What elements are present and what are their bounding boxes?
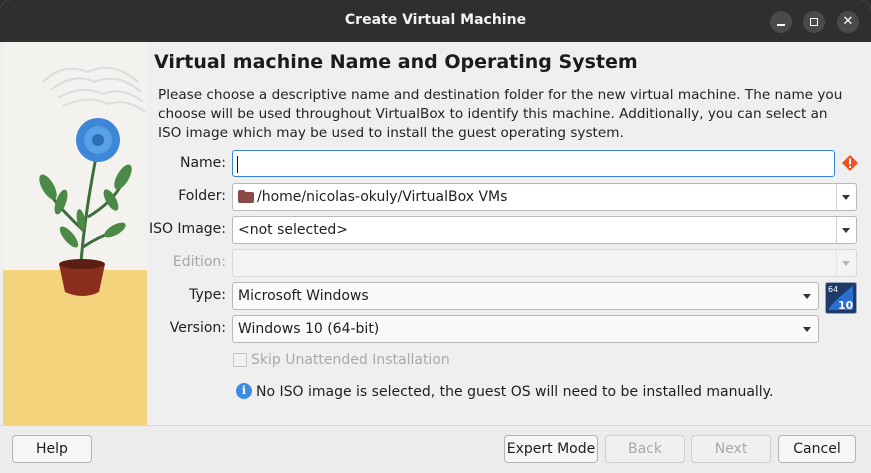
create-vm-dialog: Create Virtual Machine ✕ Virtual machine… <box>0 0 871 473</box>
os-badge-version: 10 <box>838 299 854 312</box>
iso-image-combobox[interactable]: <not selected> <box>232 216 857 244</box>
version-label: Version: <box>169 320 226 336</box>
folder-label: Folder: <box>178 188 226 204</box>
name-label: Name: <box>179 155 226 171</box>
chevron-down-icon[interactable] <box>842 228 850 233</box>
os-badge-bits: 64 <box>828 285 838 294</box>
edition-label: Edition: <box>172 254 226 270</box>
warning-icon <box>842 155 858 171</box>
maximize-button[interactable] <box>803 11 825 33</box>
type-select[interactable]: Microsoft Windows <box>232 282 819 310</box>
page-title: Virtual machine Name and Operating Syste… <box>154 51 638 73</box>
info-message: No ISO image is selected, the guest OS w… <box>256 384 774 400</box>
type-label: Type: <box>189 287 226 303</box>
cancel-button[interactable]: Cancel <box>778 435 856 463</box>
type-value: Microsoft Windows <box>238 288 369 304</box>
window-title: Create Virtual Machine <box>344 12 527 28</box>
titlebar: Create Virtual Machine ✕ <box>0 0 871 42</box>
close-button[interactable]: ✕ <box>837 11 859 33</box>
minimize-button[interactable] <box>770 11 792 33</box>
windows-10-os-icon: 64 10 <box>825 282 857 314</box>
folder-value: /home/nicolas-okuly/VirtualBox VMs <box>257 189 508 205</box>
edition-combobox[interactable] <box>232 249 857 277</box>
close-icon: ✕ <box>842 14 854 29</box>
next-button[interactable]: Next <box>691 435 771 463</box>
folder-icon <box>238 190 254 203</box>
info-icon: i <box>236 383 252 399</box>
version-value: Windows 10 (64-bit) <box>238 321 380 337</box>
back-button[interactable]: Back <box>605 435 685 463</box>
iso-value: <not selected> <box>238 222 348 238</box>
help-button[interactable]: Help <box>12 435 92 463</box>
iso-label: ISO Image: <box>148 221 226 237</box>
skip-unattended-label: Skip Unattended Installation <box>251 352 450 368</box>
chevron-down-icon <box>803 294 811 299</box>
expert-mode-button[interactable]: Expert Mode <box>504 435 598 463</box>
folder-combobox[interactable]: /home/nicolas-okuly/VirtualBox VMs <box>232 183 857 211</box>
chevron-down-icon[interactable] <box>842 195 850 200</box>
chevron-down-icon <box>842 261 850 266</box>
chevron-down-icon <box>803 327 811 332</box>
version-select[interactable]: Windows 10 (64-bit) <box>232 315 819 343</box>
text-caret <box>237 156 238 173</box>
name-input[interactable] <box>232 150 835 177</box>
page-description: Please choose a descriptive name and des… <box>158 87 843 141</box>
skip-unattended-checkbox[interactable] <box>233 353 247 367</box>
